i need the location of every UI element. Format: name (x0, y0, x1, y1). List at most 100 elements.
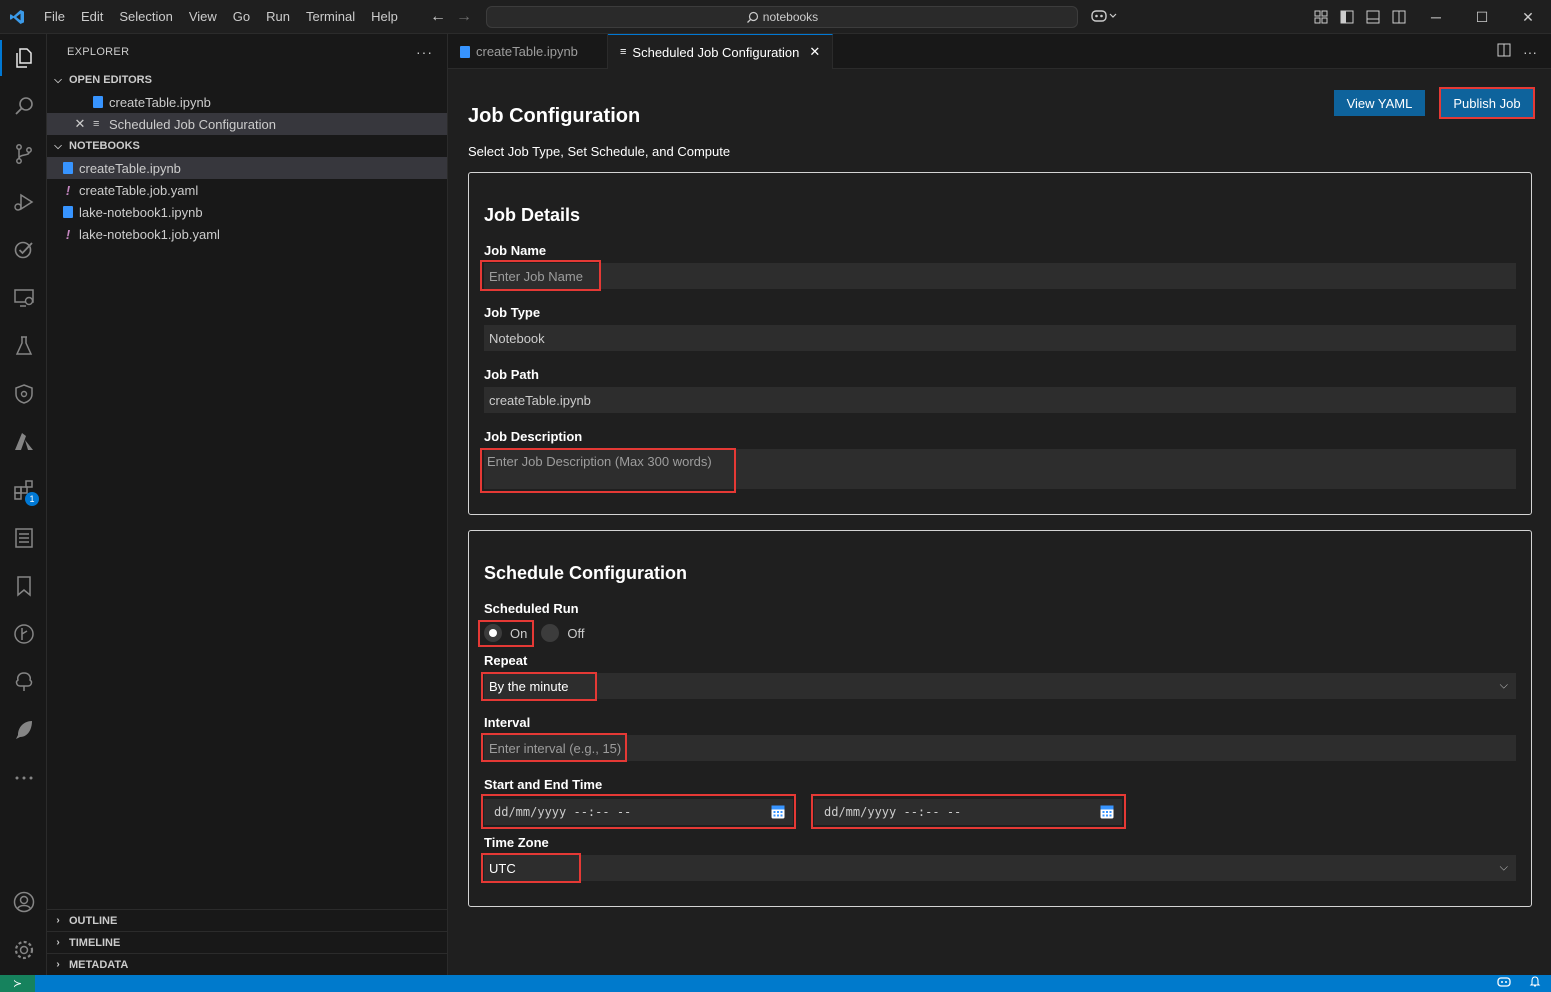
metadata-section[interactable]: › METADATA (47, 953, 447, 975)
bookmark-icon[interactable] (0, 564, 47, 608)
menu-go[interactable]: Go (225, 0, 258, 34)
chevron-down-icon: ⌵ (1499, 861, 1508, 874)
open-editors-section[interactable]: ⌵ OPEN EDITORS (47, 69, 447, 91)
open-editor-item-active[interactable]: ✕ ≡ Scheduled Job Configuration (47, 113, 447, 135)
time-zone-highlight (481, 853, 581, 883)
file-item-lake-notebook1-ipynb[interactable]: lake-notebook1.ipynb (47, 201, 447, 223)
settings-gear-icon[interactable] (0, 928, 47, 972)
toggle-primary-sidebar-icon[interactable] (1338, 8, 1356, 26)
notifications-bell-icon[interactable] (1529, 976, 1541, 991)
notebook-file-icon (460, 45, 470, 58)
git-graph-icon[interactable] (0, 612, 47, 656)
customize-layout-icon[interactable] (1312, 8, 1330, 26)
account-icon[interactable] (0, 880, 47, 924)
command-center[interactable]: notebooks (486, 6, 1078, 28)
notebooks-label: NOTEBOOKS (69, 140, 140, 152)
timeline-section[interactable]: › TIMELINE (47, 931, 447, 953)
notebook-icon[interactable] (0, 516, 47, 560)
view-yaml-button[interactable]: View YAML (1334, 90, 1425, 116)
toggle-secondary-sidebar-icon[interactable] (1390, 8, 1408, 26)
tab-createtable[interactable]: createTable.ipynb (448, 34, 608, 69)
interval-input[interactable]: Enter interval (e.g., 15) (484, 735, 1516, 761)
close-window-icon[interactable]: ✕ (1505, 0, 1551, 34)
more-actions-icon[interactable]: ··· (1523, 44, 1537, 60)
bottom-sections: › OUTLINE › TIMELINE › METADATA (47, 909, 447, 975)
tab-scheduled-job-configuration[interactable]: ≡ Scheduled Job Configuration ✕ (608, 34, 834, 69)
file-label: lake-notebook1.ipynb (79, 204, 203, 220)
menu-file[interactable]: File (36, 0, 73, 34)
interval-highlight (481, 733, 627, 762)
menu-help[interactable]: Help (363, 0, 406, 34)
minimize-icon[interactable]: ─ (1413, 0, 1459, 34)
source-control-icon[interactable] (0, 132, 47, 176)
explorer-icon[interactable] (0, 36, 47, 80)
command-center-text: notebooks (762, 10, 819, 24)
search-icon (746, 11, 758, 23)
more-actions-icon[interactable]: ··· (416, 44, 433, 60)
explorer-sidebar: EXPLORER ··· ⌵ OPEN EDITORS createTable.… (47, 34, 448, 975)
job-details-card: Job Details Job Name Enter Job Name Job … (468, 172, 1532, 515)
title-bar: File Edit Selection View Go Run Terminal… (0, 0, 1551, 34)
start-datetime-highlight (481, 794, 796, 829)
yaml-file-icon: ! (65, 182, 71, 198)
schedule-configuration-card: Schedule Configuration Scheduled Run On … (468, 530, 1532, 907)
start-end-time-label: Start and End Time (484, 777, 603, 792)
copilot-icon[interactable] (1090, 8, 1120, 26)
shield-icon[interactable] (0, 372, 47, 416)
activity-bar: 1 (0, 34, 47, 975)
repeat-highlight (481, 672, 597, 701)
maximize-icon[interactable]: ☐ (1459, 0, 1505, 34)
notebooks-section[interactable]: ⌵ NOTEBOOKS (47, 135, 447, 157)
menu-edit[interactable]: Edit (73, 0, 111, 34)
tab-label: Scheduled Job Configuration (632, 44, 800, 60)
preview-icon: ≡ (620, 46, 627, 58)
menu-terminal[interactable]: Terminal (298, 0, 363, 34)
file-item-createtable-yaml[interactable]: ! createTable.job.yaml (47, 179, 447, 201)
menu-bar: File Edit Selection View Go Run Terminal… (36, 0, 406, 34)
feather-icon[interactable] (0, 708, 47, 752)
extensions-icon[interactable]: 1 (0, 468, 47, 512)
forward-arrow-icon[interactable]: → (456, 8, 472, 26)
time-zone-select[interactable]: UTC ⌵ (484, 855, 1516, 881)
yaml-file-icon: ! (65, 226, 71, 242)
tree-icon[interactable] (0, 660, 47, 704)
scheduled-run-off-radio[interactable]: Off (541, 624, 584, 642)
run-debug-icon[interactable] (0, 180, 47, 224)
close-tab-icon[interactable]: ✕ (809, 44, 820, 60)
open-editors-label: OPEN EDITORS (69, 74, 152, 86)
repeat-select[interactable]: By the minute ⌵ (484, 673, 1516, 699)
repeat-label: Repeat (484, 653, 528, 668)
outline-label: OUTLINE (69, 914, 118, 927)
schedule-title: Schedule Configuration (484, 563, 688, 583)
notebook-file-icon (93, 96, 103, 108)
file-label: createTable.ipynb (79, 160, 181, 176)
split-editor-icon[interactable] (1497, 43, 1511, 60)
azure-icon[interactable] (0, 420, 47, 464)
search-icon[interactable] (0, 84, 47, 128)
menu-run[interactable]: Run (258, 0, 298, 34)
open-editor-label: Scheduled Job Configuration (109, 116, 276, 132)
open-editor-item[interactable]: createTable.ipynb (47, 91, 447, 113)
remote-explorer-icon[interactable] (0, 276, 47, 320)
close-editor-icon[interactable]: ✕ (73, 116, 87, 132)
file-item-lake-notebook1-yaml[interactable]: ! lake-notebook1.job.yaml (47, 223, 447, 245)
chevron-right-icon: › (56, 959, 60, 970)
file-label: lake-notebook1.job.yaml (79, 226, 220, 242)
remote-indicator-icon[interactable]: ≻ (0, 975, 35, 992)
job-path-label: Job Path (484, 367, 539, 382)
back-arrow-icon[interactable]: ← (430, 8, 446, 26)
menu-view[interactable]: View (181, 0, 225, 34)
publish-job-button[interactable]: Publish Job (1439, 87, 1535, 119)
menu-selection[interactable]: Selection (111, 0, 180, 34)
outline-section[interactable]: › OUTLINE (47, 909, 447, 931)
page-subtitle: Select Job Type, Set Schedule, and Compu… (468, 144, 731, 159)
copilot-status-icon[interactable] (1497, 976, 1511, 991)
file-item-createtable-ipynb[interactable]: createTable.ipynb (47, 157, 447, 179)
job-name-input[interactable]: Enter Job Name (484, 263, 1516, 289)
more-icon[interactable] (0, 756, 47, 800)
flask-icon[interactable] (0, 324, 47, 368)
tab-label: createTable.ipynb (476, 44, 578, 59)
interval-label: Interval (484, 715, 531, 730)
testing-icon[interactable] (0, 228, 47, 272)
toggle-panel-icon[interactable] (1364, 8, 1382, 26)
